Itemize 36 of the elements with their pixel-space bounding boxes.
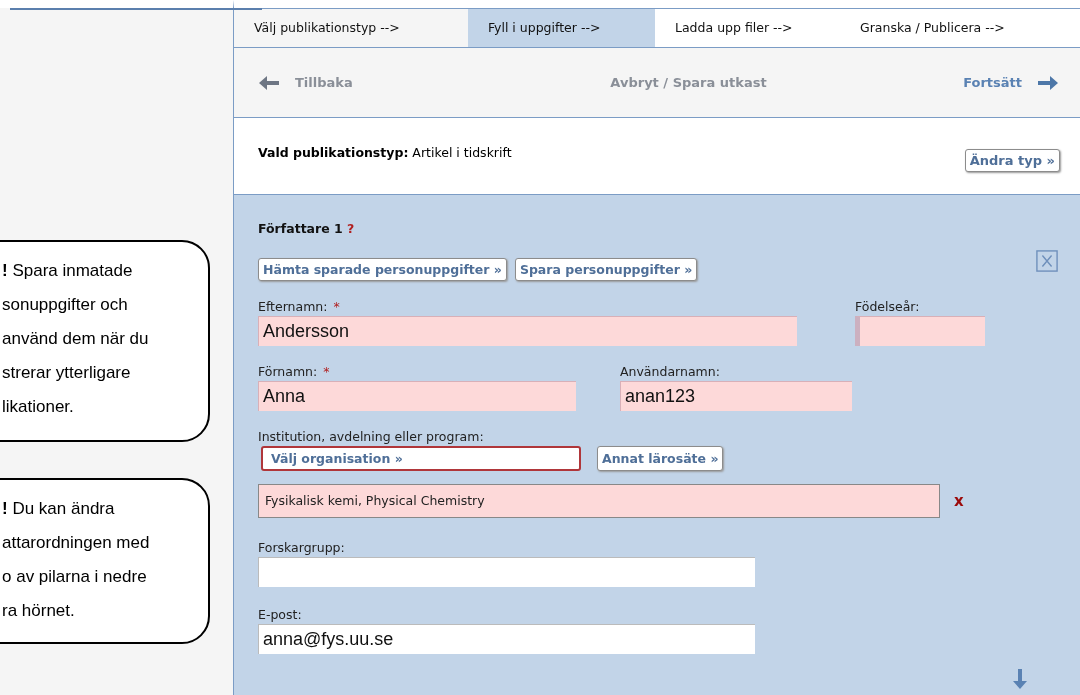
field-label: Institution, avdelning eller program: [258,429,485,444]
first-name-field[interactable]: Anna [258,381,576,411]
forward-arrow-icon[interactable] [1038,74,1058,91]
required-mark: * [333,299,340,314]
callout-text: ! Du kan ändra attarordningen med o av pilarna i nedre ra hörnet. [2,498,151,622]
back-arrow-icon[interactable] [259,74,279,91]
required-mark: * [323,364,330,379]
surname-field[interactable]: Andersson [258,316,797,346]
cancel-save-link[interactable]: Avbryt / Spara utkast [610,75,767,90]
remove-link[interactable]: x [954,492,964,510]
username-field[interactable]: anan123 [620,381,852,411]
field-label: Efternamn: [258,299,328,314]
down-arrow-icon[interactable] [1012,669,1028,689]
callout-text: ! Spara inmatade sonuppgifter och använd dem när du strerar ytterligare likationer. [2,260,150,418]
other-university-button[interactable]: Annat lärosäte » [597,446,724,471]
email-field[interactable]: anna@fys.uu.se [258,624,755,654]
author-heading: Författare 1 [258,221,343,236]
field-label: Forskargrupp: [258,540,345,555]
back-link[interactable]: Tillbaka [295,75,353,90]
research-group-field[interactable] [258,557,755,587]
step-tab[interactable]: Välj publikationstyp --> [234,8,468,47]
field-label: E-post: [258,607,302,622]
person-data-button[interactable]: Hämta sparade personuppgifter » [258,258,507,281]
publication-type-text: Vald publikationstyp: Artikel i tidskrift [258,144,512,160]
birth-year-field[interactable] [855,316,985,346]
help-link[interactable]: ? [347,221,355,236]
choose-organisation-button[interactable]: Välj organisation » [261,446,581,471]
continue-link[interactable]: Fortsätt [963,75,1022,90]
person-data-button[interactable]: Spara personuppgifter » [514,258,698,281]
step-tab[interactable]: Fyll i uppgifter --> [468,8,655,47]
field-label: Förnamn: [258,364,318,379]
close-icon[interactable] [1036,250,1058,272]
field-label: Användarnamn: [620,364,720,379]
field-label: Födelseår: [855,299,920,314]
organisation-field: Fysikalisk kemi, Physical Chemistry [258,484,940,518]
change-type-button[interactable]: Ändra typ » [964,148,1060,172]
